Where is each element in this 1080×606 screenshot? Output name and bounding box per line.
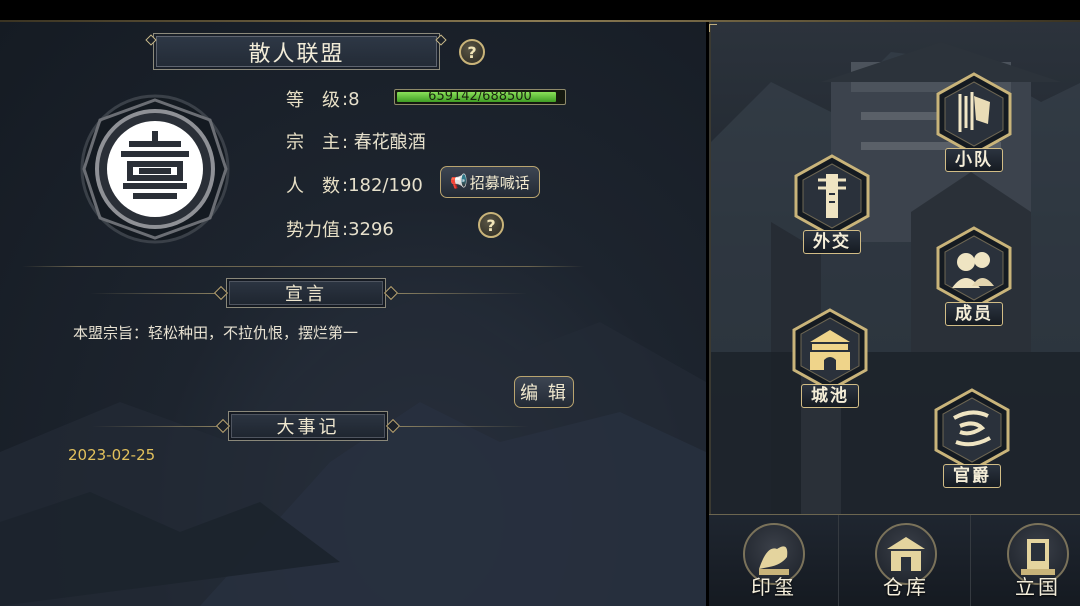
city-button[interactable]: 城池 <box>788 308 872 408</box>
banner-icon <box>936 72 1012 156</box>
power-row: 势力值 :3296 <box>286 216 394 242</box>
megaphone-icon: 📢 <box>450 174 468 190</box>
manifesto-header: 宣言 <box>226 278 386 308</box>
ranks-icon <box>934 388 1010 472</box>
edit-manifesto-button[interactable]: 编 辑 <box>514 376 574 408</box>
members-label: 成员 <box>945 302 1003 326</box>
power-value: :3296 <box>342 218 394 240</box>
alliance-emblem <box>80 94 230 244</box>
alliance-help-button[interactable]: ? <box>459 39 485 65</box>
question-icon: ? <box>486 215 496 235</box>
section-divider <box>22 266 584 267</box>
leader-value: : 春花酿酒 <box>342 132 426 153</box>
members-label: 人 数 <box>286 176 340 197</box>
xp-progress-bar: 659142/688500 <box>394 89 566 105</box>
manifesto-header-text: 宣言 <box>285 284 327 305</box>
ranks-label: 官爵 <box>943 464 1001 488</box>
found-nation-button[interactable]: 立国 <box>973 515 1080 606</box>
events-header-text: 大事记 <box>276 417 340 438</box>
alliance-name-plate: 散人联盟 <box>153 33 440 70</box>
longevity-emblem-icon <box>80 94 230 244</box>
squad-button[interactable]: 小队 <box>932 72 1016 172</box>
alliance-name: 散人联盟 <box>248 41 345 67</box>
panel-corner-ornament <box>709 24 717 32</box>
manifesto-header-plate: 宣言 <box>226 278 386 308</box>
found-nation-label: 立国 <box>1015 575 1061 599</box>
diplomacy-token-icon <box>794 154 870 238</box>
seal-label: 印玺 <box>751 575 797 599</box>
leader-row: 宗 主 : 春花酿酒 <box>286 128 426 154</box>
event-date: 2023-02-25 <box>68 446 156 464</box>
diplomacy-label: 外交 <box>803 230 861 254</box>
ornament-line <box>92 426 222 427</box>
xp-progress-text: 659142/688500 <box>428 89 532 104</box>
level-value: :8 <box>342 88 360 110</box>
warehouse-label: 仓库 <box>883 575 929 599</box>
ranks-button[interactable]: 官爵 <box>930 388 1014 488</box>
squad-label: 小队 <box>945 148 1003 172</box>
manifesto-text: 本盟宗旨：轻松种田，不拉仇恨，摆烂第一 <box>73 324 359 342</box>
level-label: 等 级 <box>286 90 340 111</box>
power-label: 势力值 <box>286 220 340 241</box>
power-help-button[interactable]: ? <box>478 212 504 238</box>
members-row: 人 数 :182/190 <box>286 172 423 198</box>
diplomacy-button[interactable]: 外交 <box>790 154 874 254</box>
city-label: 城池 <box>801 384 859 408</box>
members-icon <box>936 226 1012 310</box>
leader-label: 宗 主 <box>286 132 340 153</box>
bottom-nav: 印玺 仓库 立国 <box>709 514 1080 606</box>
ornament-line <box>397 293 527 294</box>
recruit-button-label: 招募喊话 <box>469 173 530 192</box>
question-icon: ? <box>467 42 477 62</box>
warehouse-button[interactable]: 仓库 <box>841 515 971 606</box>
events-header: 大事记 <box>228 411 388 441</box>
alliance-info-panel: 散人联盟 ? 等 级 :8 659142/688500 宗 主: 春花酿酒 人… <box>0 22 706 606</box>
edit-button-label: 编 辑 <box>520 383 568 404</box>
fortress-backdrop <box>711 42 1080 522</box>
events-header-plate: 大事记 <box>228 411 388 441</box>
level-row: 等 级 :8 <box>286 86 360 112</box>
members-value: :182/190 <box>342 174 423 196</box>
city-gate-icon <box>792 308 868 392</box>
top-black-bar <box>0 0 1080 22</box>
recruit-button[interactable]: 📢 招募喊话 <box>440 166 540 198</box>
ornament-line <box>90 293 220 294</box>
members-button[interactable]: 成员 <box>932 226 1016 326</box>
ornament-line <box>399 426 529 427</box>
seal-button[interactable]: 印玺 <box>709 515 839 606</box>
